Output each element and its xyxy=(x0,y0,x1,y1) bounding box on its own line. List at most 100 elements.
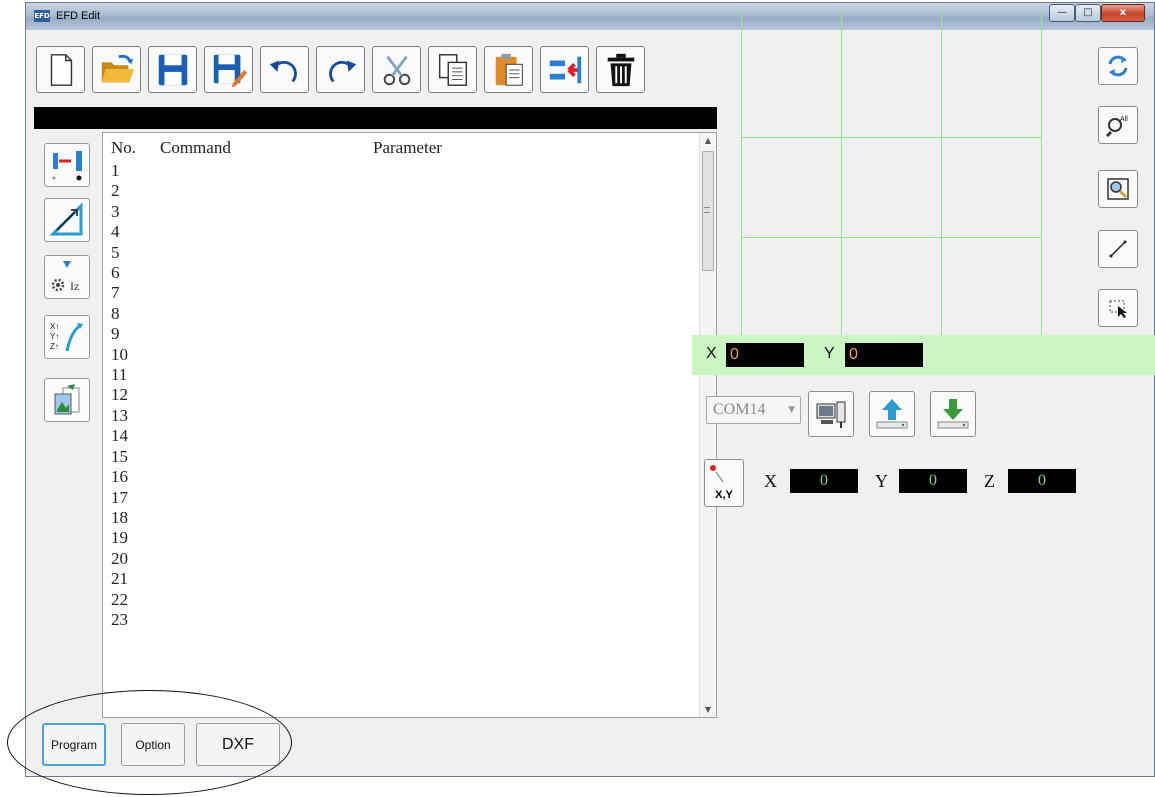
axis-z-label: Z↑ xyxy=(50,342,59,351)
magnifier-icon xyxy=(1107,178,1129,200)
list-row-number[interactable]: 23 xyxy=(111,610,128,630)
pos-y-label: Y xyxy=(875,471,888,491)
new-file-button[interactable] xyxy=(36,46,85,93)
list-row-number[interactable]: 22 xyxy=(111,590,128,610)
pos-z-value: 0 xyxy=(1008,469,1076,493)
arc-tool-button[interactable] xyxy=(44,198,90,242)
upload-button[interactable] xyxy=(869,391,915,437)
chevron-down-icon: ▼ xyxy=(788,405,795,415)
column-header-command[interactable]: Command xyxy=(160,138,231,158)
xyz-move-button[interactable]: X↑ Y↑ Z↑ xyxy=(44,315,90,359)
command-list[interactable]: No. Command Parameter 1 2 3 4 5 6 7 8 9 10 11 12 13 1… xyxy=(102,132,717,718)
list-scrollbar[interactable]: ▲ ▼ xyxy=(699,133,716,717)
upload-arrow-icon xyxy=(876,399,908,429)
list-row-number[interactable]: 13 xyxy=(111,406,128,426)
redo-button[interactable] xyxy=(316,46,365,93)
connect-button[interactable] xyxy=(808,391,854,437)
open-button[interactable] xyxy=(92,46,141,93)
list-row-number[interactable]: 12 xyxy=(111,385,128,405)
iz-label: Iz xyxy=(70,279,79,293)
insert-icon xyxy=(549,56,581,83)
scroll-down-icon[interactable]: ▼ xyxy=(700,705,716,714)
measure-button[interactable] xyxy=(1098,230,1138,268)
list-row-number[interactable]: 4 xyxy=(111,222,128,242)
scroll-up-icon[interactable]: ▲ xyxy=(700,136,716,145)
list-row-number[interactable]: 6 xyxy=(111,263,128,283)
xy-position-button[interactable]: X,Y xyxy=(704,459,744,507)
delete-button[interactable] xyxy=(596,46,645,93)
list-row-number[interactable]: 20 xyxy=(111,549,128,569)
download-button[interactable] xyxy=(930,391,976,437)
trash-icon xyxy=(607,53,634,86)
minimize-button[interactable]: — xyxy=(1049,4,1075,22)
status-strip xyxy=(34,107,717,129)
list-row-number[interactable]: 18 xyxy=(111,508,128,528)
list-row-number[interactable]: 8 xyxy=(111,304,128,324)
list-row-number[interactable]: 16 xyxy=(111,467,128,487)
list-row-number[interactable]: 1 xyxy=(111,161,128,181)
preview-canvas[interactable] xyxy=(741,9,1042,339)
coord-x-value: 0 xyxy=(726,343,804,367)
dispense-point-button[interactable] xyxy=(44,143,90,187)
triangle-ruler-icon xyxy=(49,202,83,236)
undo-button[interactable] xyxy=(260,46,309,93)
list-row-number[interactable]: 17 xyxy=(111,488,128,508)
grid-line-vertical xyxy=(941,9,942,339)
save-as-icon xyxy=(213,54,247,87)
row-numbers: 1 2 3 4 5 6 7 8 9 10 11 12 13 14 15 16 17 18 19 20 21 22 23 xyxy=(111,161,128,630)
list-row-number[interactable]: 7 xyxy=(111,283,128,303)
list-row-number[interactable]: 9 xyxy=(111,324,128,344)
com-port-select[interactable]: COM14 ▼ xyxy=(706,396,801,424)
list-row-number[interactable]: 10 xyxy=(111,345,128,365)
coord-x-label: X xyxy=(706,345,717,362)
save-icon xyxy=(158,54,187,85)
xyz-axis-icon: X↑Y↑Z↑ xyxy=(50,322,83,352)
new-file-icon xyxy=(50,53,72,86)
list-row-number[interactable]: 21 xyxy=(111,569,128,589)
column-header-no[interactable]: No. xyxy=(111,138,136,158)
copy-icon xyxy=(438,53,467,86)
list-row-number[interactable]: 3 xyxy=(111,202,128,222)
list-row-number[interactable]: 15 xyxy=(111,447,128,467)
select-cursor-icon xyxy=(1109,300,1127,318)
document-image-icon xyxy=(54,384,80,415)
download-arrow-icon xyxy=(937,399,969,429)
import-image-button[interactable] xyxy=(44,378,90,422)
zoom-window-button[interactable] xyxy=(1098,170,1138,208)
list-row-number[interactable]: 19 xyxy=(111,528,128,548)
tab-program[interactable]: Program xyxy=(42,723,106,766)
xy-button-label: X,Y xyxy=(715,489,733,501)
refresh-button[interactable] xyxy=(1098,47,1138,85)
copy-button[interactable] xyxy=(428,46,477,93)
list-row-number[interactable]: 2 xyxy=(111,181,128,201)
list-row-number[interactable]: 11 xyxy=(111,365,128,385)
coordinate-band: X 0 Y 0 xyxy=(692,335,1155,375)
maximize-button[interactable]: □ xyxy=(1075,4,1101,22)
pos-x-label: X xyxy=(764,471,777,491)
select-area-button[interactable] xyxy=(1098,289,1138,327)
zoom-all-button[interactable]: All xyxy=(1098,106,1138,144)
list-row-number[interactable]: 5 xyxy=(111,243,128,263)
column-header-parameter[interactable]: Parameter xyxy=(373,138,442,158)
red-dot-pointer-icon xyxy=(710,465,724,483)
pos-z-label: Z xyxy=(984,471,995,491)
refresh-icon xyxy=(1108,55,1128,77)
grid-line-vertical xyxy=(841,9,842,339)
window-title: EFD Edit xyxy=(56,10,101,22)
undo-icon xyxy=(269,60,297,82)
toolbar xyxy=(36,46,645,96)
save-button[interactable] xyxy=(148,46,197,93)
cut-button[interactable] xyxy=(372,46,421,93)
insert-button[interactable] xyxy=(540,46,589,93)
save-as-button[interactable] xyxy=(204,46,253,93)
open-folder-icon xyxy=(101,54,134,82)
tab-option[interactable]: Option xyxy=(121,723,185,766)
tab-dxf[interactable]: DXF xyxy=(196,723,280,766)
close-button[interactable]: x xyxy=(1101,4,1145,22)
redo-icon xyxy=(328,60,356,82)
paste-button[interactable] xyxy=(484,46,533,93)
z-calibrate-button[interactable]: Iz xyxy=(44,255,90,299)
grid-line-horizontal xyxy=(741,137,1041,138)
list-row-number[interactable]: 14 xyxy=(111,426,128,446)
coord-y-label: Y xyxy=(824,345,835,362)
